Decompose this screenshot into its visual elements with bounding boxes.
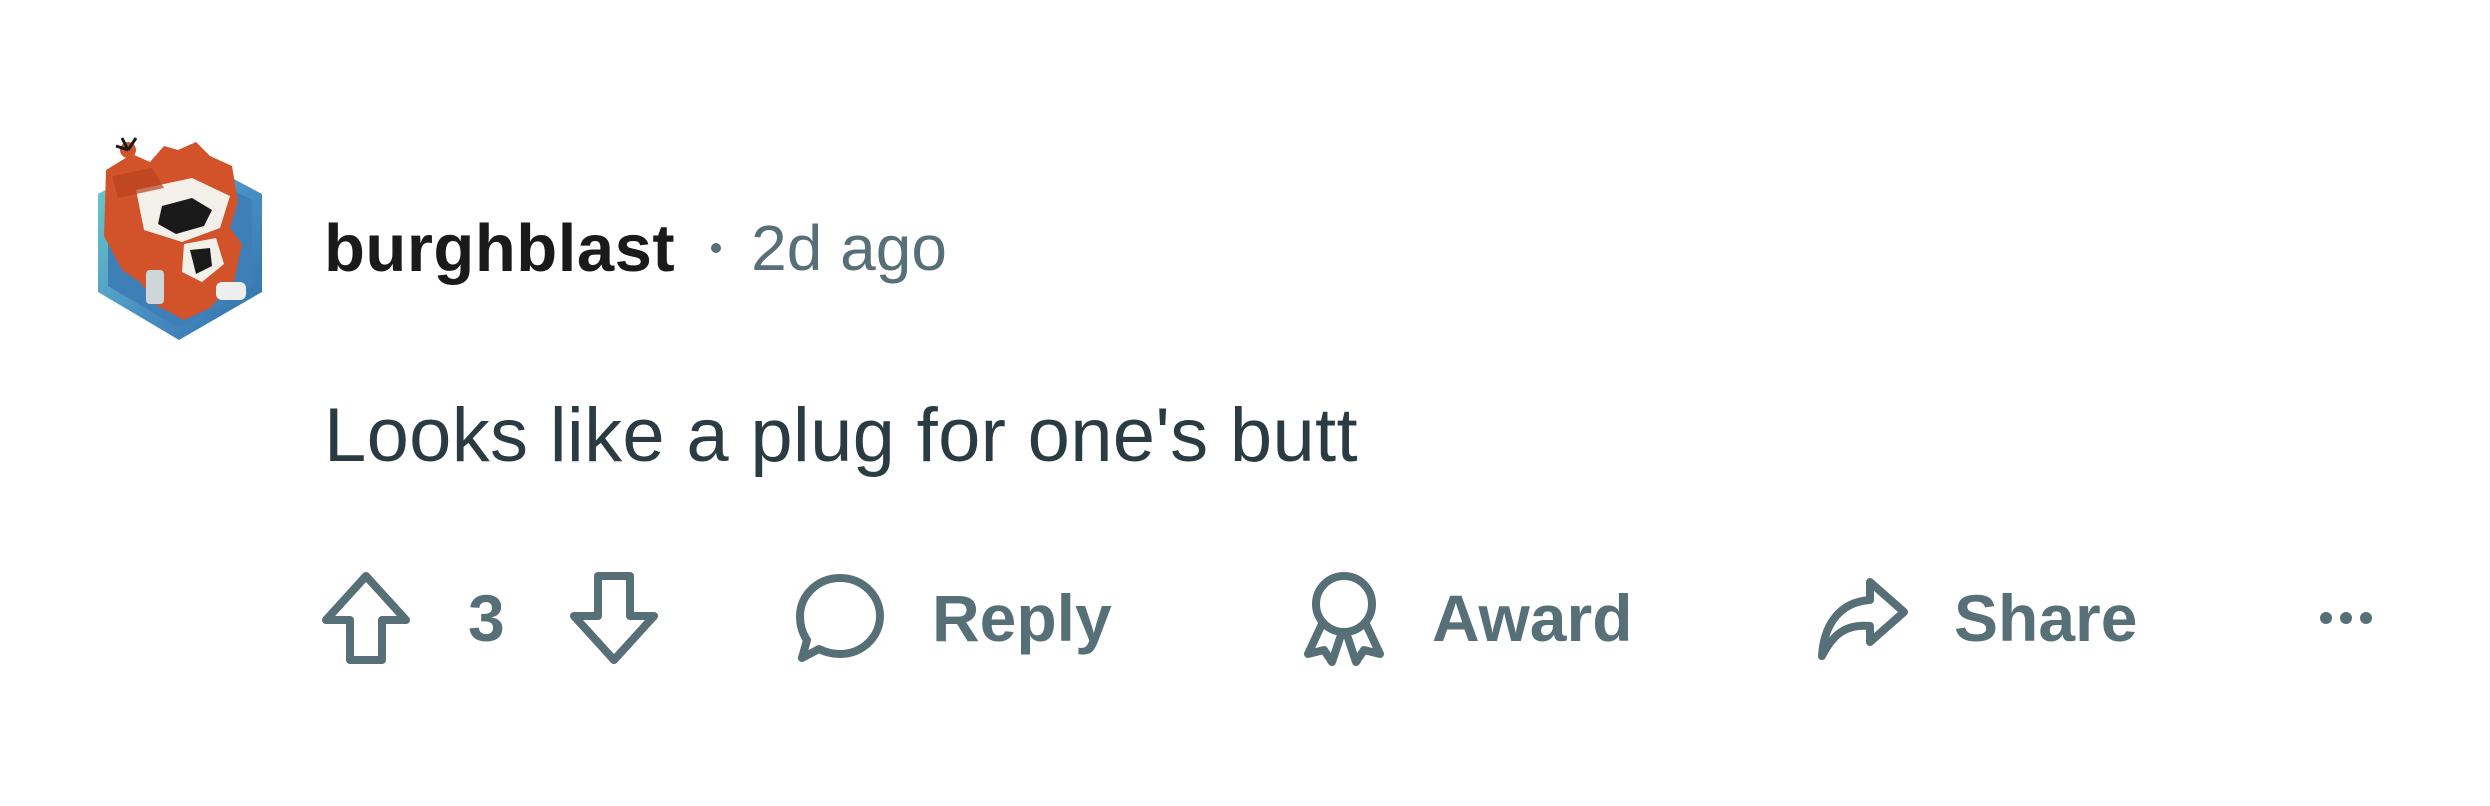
- comment-body: Looks like a plug for one's butt: [324, 393, 1358, 478]
- comment-bubble-icon: [796, 574, 884, 662]
- comment-timestamp[interactable]: 2d ago: [751, 211, 947, 285]
- user-avatar[interactable]: [92, 132, 266, 344]
- award-ribbon-icon: [1304, 572, 1384, 666]
- comment: burghblast 2d ago Looks like a plug for …: [0, 0, 2490, 806]
- downvote-button[interactable]: [568, 566, 660, 670]
- share-label: Share: [1954, 581, 2138, 655]
- award-button[interactable]: Award: [1298, 566, 1633, 670]
- vote-score: 3: [468, 581, 505, 655]
- share-arrow-icon: [1818, 578, 1908, 660]
- comment-meta: burghblast 2d ago: [324, 200, 947, 296]
- ellipsis-icon: [2320, 612, 2372, 624]
- separator-dot: [711, 243, 722, 253]
- robot-avatar-icon: [98, 137, 262, 340]
- award-label: Award: [1432, 581, 1633, 655]
- downvote-arrow-icon: [570, 572, 658, 664]
- comment-action-bar: 3 Reply Award Share: [320, 566, 2460, 670]
- reply-label: Reply: [932, 581, 1112, 655]
- upvote-arrow-icon: [322, 572, 410, 664]
- upvote-button[interactable]: [320, 566, 412, 670]
- share-button[interactable]: Share: [1814, 566, 2137, 670]
- author-username[interactable]: burghblast: [324, 210, 675, 287]
- more-options-button[interactable]: [2320, 566, 2372, 670]
- reply-button[interactable]: Reply: [792, 566, 1112, 670]
